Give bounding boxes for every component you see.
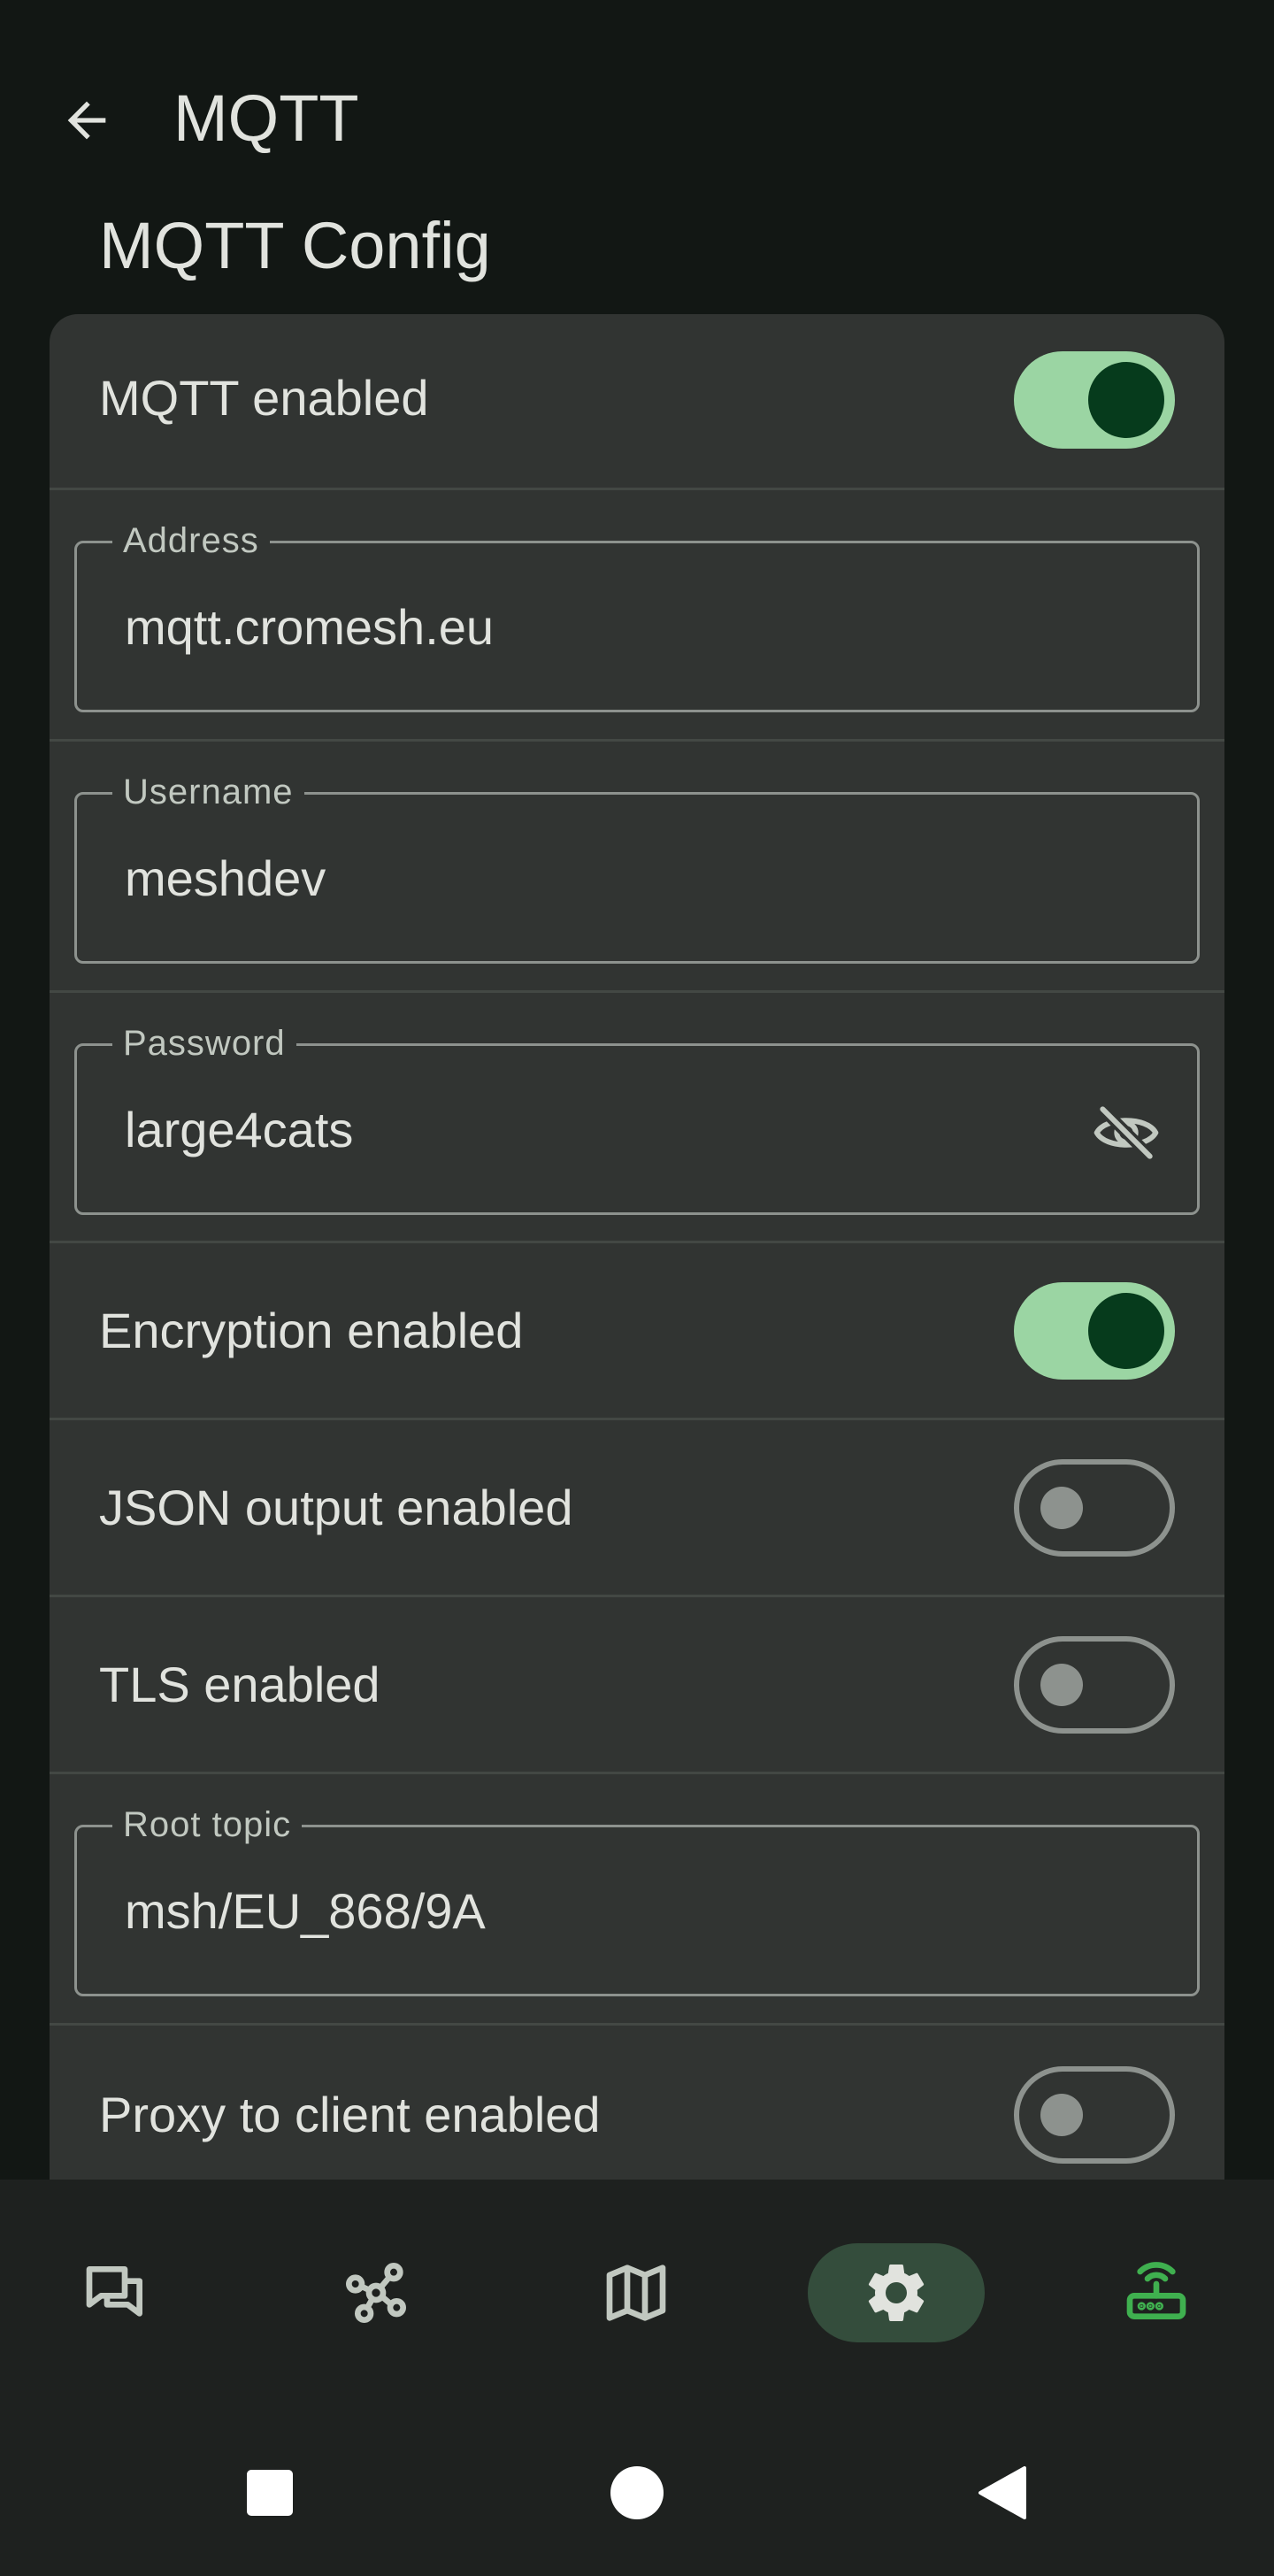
proxy-to-client-enabled-label: Proxy to client enabled <box>99 2087 601 2142</box>
bottom-navigation <box>0 2180 1274 2410</box>
tls-enabled-switch[interactable] <box>1014 1636 1175 1734</box>
json-output-enabled-switch[interactable] <box>1014 1459 1175 1557</box>
switch-thumb <box>1040 2094 1083 2136</box>
home-button[interactable] <box>575 2410 699 2576</box>
mqtt-enabled-label: MQTT enabled <box>99 370 429 426</box>
proxy-to-client-enabled-switch[interactable] <box>1014 2066 1175 2164</box>
section-title: MQTT Config <box>99 209 491 282</box>
square-icon <box>247 2470 293 2516</box>
nav-item-map[interactable] <box>548 2243 725 2342</box>
arrow-left-icon <box>67 101 106 140</box>
mqtt-enabled-row[interactable]: MQTT enabled <box>50 314 1224 490</box>
system-navigation-bar <box>0 2410 1274 2576</box>
nav-item-settings[interactable] <box>808 2243 985 2342</box>
username-legend: Username <box>112 772 304 812</box>
app-bar-title: MQTT <box>173 81 359 155</box>
encryption-enabled-switch[interactable] <box>1014 1282 1175 1380</box>
switch-thumb <box>1088 362 1164 438</box>
address-row: Address mqtt.cromesh.eu <box>50 490 1224 742</box>
username-row: Username meshdev <box>50 742 1224 993</box>
root-topic-legend: Root topic <box>112 1804 303 1845</box>
nav-item-nodes[interactable] <box>288 2243 464 2342</box>
root-topic-value: msh/EU_868/9A <box>125 1883 486 1939</box>
router-wifi-icon <box>1126 2262 1186 2319</box>
json-output-enabled-label: JSON output enabled <box>99 1480 573 1535</box>
root-topic-field[interactable]: Root topic msh/EU_868/9A <box>74 1804 1200 1996</box>
map-icon <box>606 2265 666 2321</box>
encryption-enabled-label: Encryption enabled <box>99 1303 524 1358</box>
nav-item-connections[interactable] <box>1068 2243 1245 2342</box>
switch-thumb <box>1088 1293 1164 1369</box>
recents-button[interactable] <box>208 2410 332 2576</box>
password-field[interactable]: Password large4cats <box>74 1023 1200 1215</box>
password-value: large4cats <box>125 1102 354 1157</box>
circle-icon <box>610 2466 664 2519</box>
password-legend: Password <box>112 1023 296 1064</box>
settings-gear-icon <box>868 2265 925 2321</box>
system-back-button[interactable] <box>940 2410 1063 2576</box>
tls-enabled-label: TLS enabled <box>99 1657 380 1712</box>
json-output-enabled-row[interactable]: JSON output enabled <box>50 1420 1224 1597</box>
address-legend: Address <box>112 520 270 561</box>
switch-thumb <box>1040 1487 1083 1529</box>
encryption-enabled-row[interactable]: Encryption enabled <box>50 1243 1224 1420</box>
root-topic-row: Root topic msh/EU_868/9A <box>50 1774 1224 2026</box>
eye-off-icon[interactable] <box>1091 1097 1162 1168</box>
tls-enabled-row[interactable]: TLS enabled <box>50 1597 1224 1774</box>
mqtt-config-card: MQTT enabled Address mqtt.cromesh.eu Use… <box>50 314 1224 2217</box>
address-value: mqtt.cromesh.eu <box>125 599 495 655</box>
triangle-back-icon <box>979 2466 1026 2519</box>
back-button[interactable] <box>55 88 119 152</box>
messages-icon <box>86 2266 143 2317</box>
address-field[interactable]: Address mqtt.cromesh.eu <box>74 520 1200 712</box>
nodes-graph-icon <box>345 2262 406 2323</box>
username-value: meshdev <box>125 850 326 906</box>
nav-item-messages[interactable] <box>27 2243 204 2342</box>
username-field[interactable]: Username meshdev <box>74 772 1200 964</box>
top-app-bar: MQTT <box>0 0 1274 204</box>
switch-thumb <box>1040 1664 1083 1706</box>
password-row: Password large4cats <box>50 993 1224 1243</box>
mqtt-enabled-switch[interactable] <box>1014 351 1175 449</box>
